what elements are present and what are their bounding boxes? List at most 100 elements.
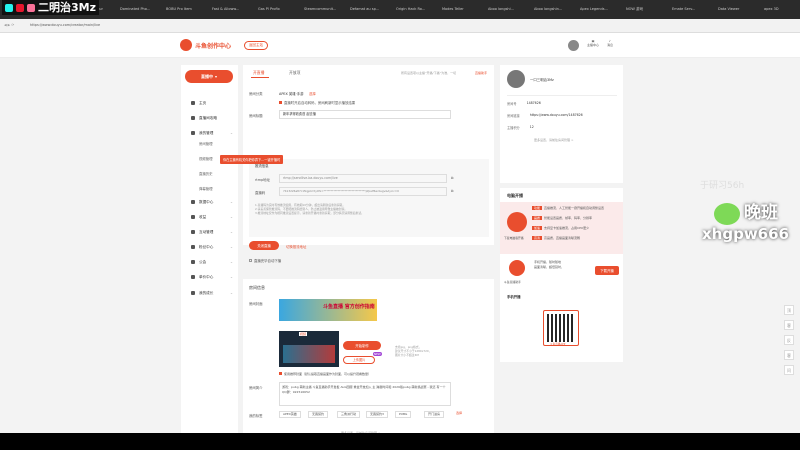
tag-item[interactable]: 开门进房 bbox=[424, 411, 445, 418]
tag-item[interactable]: 无畏契约 bbox=[308, 411, 329, 418]
tab-start-live[interactable]: 开直播 bbox=[253, 70, 264, 76]
sidebar: 直播中 ▾ 主页直播间攻略我的管理 ⌄ 数据中心 ⌄ 收益 ⌄ 互动管理 ⌄ 粉丝中心 ⌄ 公会 ⌄ 单价… bbox=[181, 65, 238, 441]
new-badge: NEW bbox=[373, 352, 382, 356]
sidebar-item[interactable]: 直播间攻略 bbox=[181, 112, 238, 124]
sidebar-subitem[interactable]: 直播历史 bbox=[199, 171, 213, 176]
nav-icon bbox=[191, 101, 195, 105]
stream-notes: 1.直播码为实时有效推流使用，有效期10分钟，超出请刷新后重新获取。 2.请妥善保… bbox=[255, 203, 364, 215]
brand-logo[interactable]: 斗鱼创作中心 bbox=[180, 39, 231, 51]
sidebar-item[interactable]: 粉丝中心 ⌄ bbox=[181, 241, 238, 253]
float-side-button[interactable]: 顶 bbox=[784, 305, 794, 315]
weibo-icon bbox=[16, 3, 24, 12]
back-to-site-button[interactable]: 返回主站 bbox=[244, 41, 268, 50]
sidebar-item[interactable]: 互动管理 ⌄ bbox=[181, 226, 238, 238]
category-value: APEX 英雄·手游 bbox=[279, 92, 304, 96]
streamer-watermark: 二明治3Mz bbox=[2, 0, 100, 15]
sidebar-item[interactable]: 我的成长 ⌄ bbox=[181, 287, 238, 299]
nav-icon bbox=[191, 291, 195, 295]
assistant-link[interactable]: 直播助手 bbox=[475, 71, 487, 75]
browser-tab[interactable]: Aboo longshi... bbox=[484, 1, 528, 18]
browser-tab[interactable]: BOBU Pro Item bbox=[162, 1, 206, 18]
browser-tab[interactable]: Origin Hack Ro... bbox=[392, 1, 436, 18]
float-side-button[interactable]: 问 bbox=[784, 365, 794, 375]
site-header: 斗鱼创作中心 返回主站 ▣ 主播中心 ♪ 消息 bbox=[0, 33, 800, 58]
sidebar-item[interactable]: 主页 bbox=[181, 97, 238, 109]
browser-tab[interactable]: Steamcommunit... bbox=[300, 1, 344, 18]
key-label: 直播码 bbox=[255, 191, 266, 195]
mobile-desc: 手机开播，随时随地 画面清晰，超低延时， bbox=[534, 260, 565, 269]
browser-tab[interactable]: Dominated Pho... bbox=[116, 1, 160, 18]
profile-more-link[interactable]: 更多设置，请前往房间管理 > bbox=[534, 138, 573, 142]
sidebar-item[interactable]: 公会 ⌄ bbox=[181, 256, 238, 268]
title-input[interactable]: 新年求得收费首 起去播 bbox=[279, 110, 451, 119]
avatar[interactable] bbox=[568, 40, 579, 51]
cover-preview: 视频 bbox=[279, 331, 339, 367]
browser-tab[interactable]: Fast & Alloww... bbox=[208, 1, 252, 18]
stream-info-box: 推流信息 rtmp地址 rtmp://sendlive-ba.douyu.com… bbox=[249, 159, 489, 237]
nav-icon bbox=[191, 260, 195, 264]
browser-tab[interactable]: Emate Serv... bbox=[668, 1, 712, 18]
switch-push-link[interactable]: 切换推流地址 bbox=[286, 244, 306, 249]
tag-item[interactable]: APEX英雄 bbox=[279, 411, 301, 418]
start-make-button[interactable]: 开始制作 bbox=[343, 341, 381, 350]
browser-tab[interactable]: Gas Pl Profix bbox=[254, 1, 298, 18]
sidebar-item[interactable]: 我的管理 ⌄ bbox=[181, 127, 238, 139]
live-status-button[interactable]: 直播中 ▾ bbox=[185, 70, 233, 83]
nav-icon bbox=[191, 215, 195, 219]
recommend-cover-checkbox[interactable]: 使用推荐封面（默认提取直播画面作为封面，可以提升观看数量） bbox=[279, 372, 371, 376]
tab-open-items[interactable]: 开放项 bbox=[289, 70, 300, 76]
profile-card: 一口三明治3Mz 房间号 1487626 房间链接 https://www.douy… bbox=[500, 65, 623, 183]
tiktok-icon bbox=[5, 3, 13, 12]
tag-item[interactable]: 无畏契约3 bbox=[366, 411, 388, 418]
fish-icon bbox=[180, 39, 192, 51]
sidebar-subitem[interactable]: 弹幕管理 bbox=[199, 186, 213, 191]
browser-tab[interactable]: Data Viewer bbox=[714, 1, 758, 18]
sidebar-item[interactable]: 单价中心 ⌄ bbox=[181, 271, 238, 283]
browser-tab-bar: 二明治3Mz ITEMMIFcurksturDominated Pho...BO… bbox=[0, 0, 800, 19]
upload-image-button[interactable]: 上传图片 bbox=[343, 356, 375, 364]
browser-tab[interactable]: Modes Teller bbox=[438, 1, 482, 18]
pc-download-text[interactable]: 下载电脑版开播 bbox=[504, 236, 524, 240]
float-side-button[interactable]: 客 bbox=[784, 320, 794, 330]
sidebar-subitem[interactable]: 房间管理 bbox=[199, 141, 213, 146]
rtmp-input[interactable]: rtmp://sendlive-ba.douyu.com/live bbox=[279, 174, 447, 183]
tag-item[interactable]: PUBG bbox=[395, 411, 412, 418]
profile-name: 一口三明治3Mz bbox=[530, 78, 554, 82]
auto-end-checkbox[interactable]: 直播完毕自动下播 bbox=[249, 258, 281, 263]
float-side-button[interactable]: 客 bbox=[784, 350, 794, 360]
mascot-icon bbox=[507, 212, 527, 232]
desc-textarea[interactable]: 游戏：pubg 萌新主播 斗鱼直播助手开发板 ALG国服 重金开放加入 主 跨越… bbox=[279, 382, 451, 406]
creator-page: 斗鱼创作中心 返回主站 ▣ 主播中心 ♪ 消息 直播中 ▾ 主页直播间攻略我的管理 ⌄ 数… bbox=[0, 33, 800, 441]
tag-item[interactable]: 三角洲行动 bbox=[337, 411, 361, 418]
room-info-title: 房间信息 bbox=[249, 285, 265, 290]
browser-tab[interactable]: NOW 游戏 bbox=[622, 1, 666, 18]
stream-key-input[interactable]: 7413226a87c1fkgpb?dy0fx=****************… bbox=[279, 187, 447, 196]
notice-text: 所有设置项以主播“开播/下播”为准，一切 bbox=[401, 71, 457, 75]
copy-key-icon[interactable]: ⧉ bbox=[451, 189, 453, 193]
message-icon[interactable]: ♪ 消息 bbox=[600, 39, 620, 47]
float-side-button[interactable]: 反 bbox=[784, 335, 794, 345]
browser-tab[interactable]: apex 3D bbox=[760, 1, 800, 18]
copy-icon[interactable]: ⧉ bbox=[451, 176, 453, 180]
nav-icon bbox=[191, 275, 195, 279]
transcode-checkbox[interactable]: 直播时开启自动转码，房间刷新时显示播放结果 bbox=[279, 100, 355, 105]
browser-tab[interactable]: Apex Legends... bbox=[576, 1, 620, 18]
guide-tooltip: 你在主播有机关你把你弄下...一键开播时 bbox=[220, 155, 284, 164]
browser-tab[interactable]: Defamat au sp... bbox=[346, 1, 390, 18]
overlay-light-text: 于研习56h bbox=[700, 181, 745, 191]
room-id-row: 房间号 1487626 bbox=[507, 101, 541, 106]
sidebar-item[interactable]: 收益 ⌄ bbox=[181, 211, 238, 223]
close-live-button[interactable]: 关闭直播 bbox=[249, 241, 279, 250]
sidebar-subitem[interactable]: 视频管理 bbox=[199, 156, 213, 161]
sidebar-item[interactable]: 数据中心 ⌄ bbox=[181, 196, 238, 208]
nav-icon bbox=[191, 116, 195, 120]
download-live-button[interactable]: 下载开播 bbox=[595, 266, 619, 275]
category-select-link[interactable]: 选择 bbox=[309, 91, 316, 96]
tags-select-link[interactable]: 选择 bbox=[453, 411, 465, 418]
address-bar[interactable]: ◀ ▶ ⟳ https://www.douyu.com/creator/main… bbox=[0, 19, 800, 33]
desc-label: 房间简介 bbox=[249, 386, 263, 390]
browser-tab[interactable]: Aboo longshin... bbox=[530, 1, 574, 18]
bilibili-icon bbox=[27, 3, 35, 12]
url-text[interactable]: https://www.douyu.com/creator/main/live bbox=[30, 23, 100, 27]
category-label: 房间分类 bbox=[249, 92, 263, 96]
